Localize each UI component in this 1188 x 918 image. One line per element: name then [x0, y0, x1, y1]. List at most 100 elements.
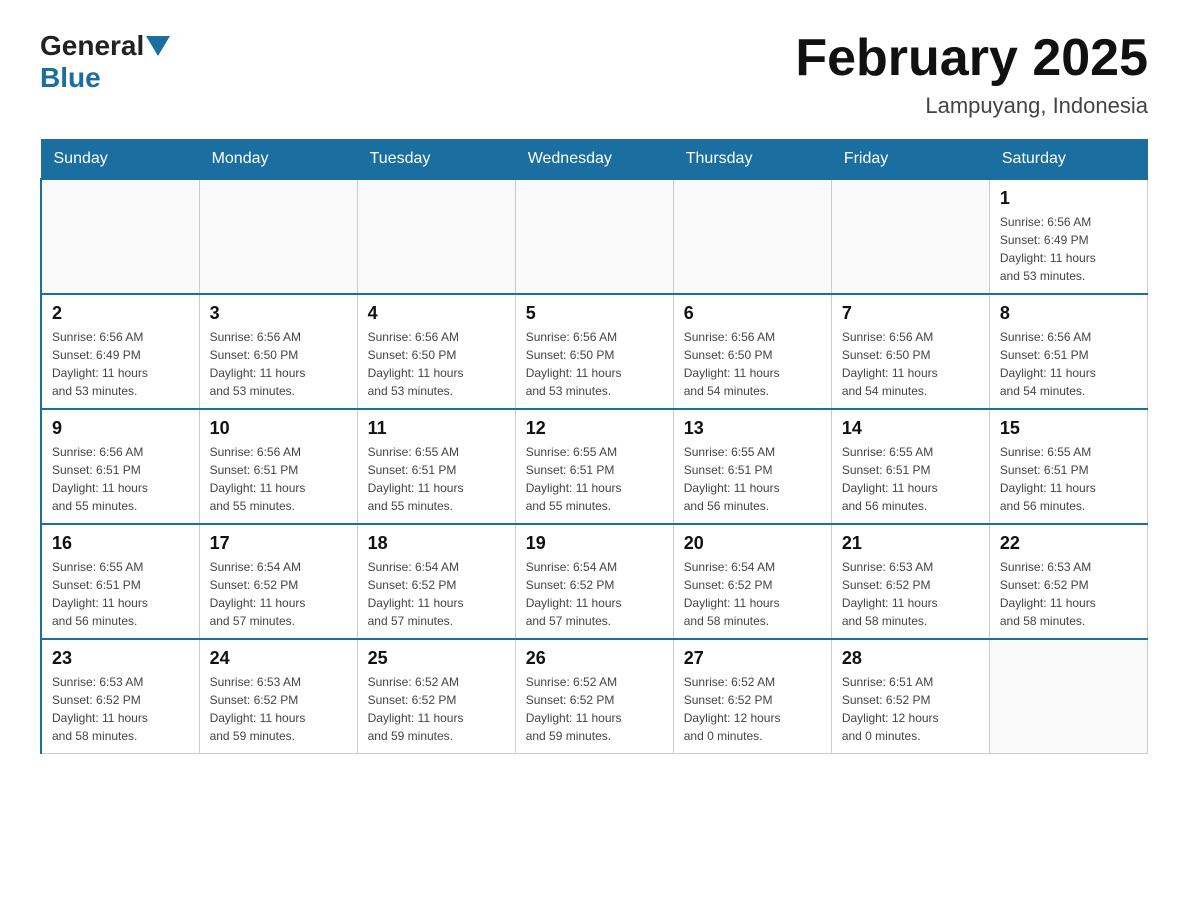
- day-number: 2: [52, 303, 189, 324]
- logo: General Blue: [40, 30, 172, 94]
- calendar-cell: 7 Sunrise: 6:56 AM Sunset: 6:50 PM Daylig…: [831, 294, 989, 409]
- day-number: 5: [526, 303, 663, 324]
- day-number: 27: [684, 648, 821, 669]
- day-info: Sunrise: 6:53 AM Sunset: 6:52 PM Dayligh…: [210, 673, 347, 745]
- calendar-table: SundayMondayTuesdayWednesdayThursdayFrid…: [40, 139, 1148, 754]
- calendar-cell: 5Sunrise: 6:56 AM Sunset: 6:50 PM Daylig…: [515, 294, 673, 409]
- day-number: 21: [842, 533, 979, 554]
- day-number: 16: [52, 533, 189, 554]
- day-info: Sunrise: 6:56 AM Sunset: 6:50 PM Dayligh…: [684, 328, 821, 400]
- day-header-wednesday: Wednesday: [515, 140, 673, 180]
- day-number: 19: [526, 533, 663, 554]
- day-info: Sunrise: 6:55 AM Sunset: 6:51 PM Dayligh…: [684, 443, 821, 515]
- day-number: 18: [368, 533, 505, 554]
- day-info: Sunrise: 6:56 AM Sunset: 6:50 PM Dayligh…: [368, 328, 505, 400]
- day-info: Sunrise: 6:55 AM Sunset: 6:51 PM Dayligh…: [368, 443, 505, 515]
- calendar-cell: 2 Sunrise: 6:56 AM Sunset: 6:49 PM Daylig…: [41, 294, 199, 409]
- day-number: 4: [368, 303, 505, 324]
- day-info: Sunrise: 6:55 AM Sunset: 6:51 PM Dayligh…: [526, 443, 663, 515]
- day-info: Sunrise: 6:55 AM Sunset: 6:51 PM Dayligh…: [842, 443, 979, 515]
- day-info: Sunrise: 6:53 AM Sunset: 6:52 PM Dayligh…: [1000, 558, 1137, 630]
- day-number: 25: [368, 648, 505, 669]
- calendar-cell: 16 Sunrise: 6:55 AM Sunset: 6:51 PM Dayli…: [41, 524, 199, 639]
- calendar-cell: 21 Sunrise: 6:53 AM Sunset: 6:52 PM Dayli…: [831, 524, 989, 639]
- day-number: 24: [210, 648, 347, 669]
- day-header-thursday: Thursday: [673, 140, 831, 180]
- day-number: 13: [684, 418, 821, 439]
- calendar-cell: 3 Sunrise: 6:56 AM Sunset: 6:50 PM Daylig…: [199, 294, 357, 409]
- day-header-saturday: Saturday: [989, 140, 1147, 180]
- week-row-3: 9 Sunrise: 6:56 AM Sunset: 6:51 PM Daylig…: [41, 409, 1148, 524]
- day-number: 9: [52, 418, 189, 439]
- calendar-cell: 13 Sunrise: 6:55 AM Sunset: 6:51 PM Dayli…: [673, 409, 831, 524]
- day-number: 17: [210, 533, 347, 554]
- page-header: General Blue February 2025 Lampuyang, In…: [40, 30, 1148, 119]
- calendar-cell: 28 Sunrise: 6:51 AM Sunset: 6:52 PM Dayli…: [831, 639, 989, 754]
- day-info: Sunrise: 6:54 AM Sunset: 6:52 PM Dayligh…: [368, 558, 505, 630]
- day-info: Sunrise: 6:54 AM Sunset: 6:52 PM Dayligh…: [684, 558, 821, 630]
- day-info: Sunrise: 6:56 AM Sunset: 6:49 PM Dayligh…: [1000, 213, 1137, 285]
- calendar-cell: 6 Sunrise: 6:56 AM Sunset: 6:50 PM Daylig…: [673, 294, 831, 409]
- week-row-1: 1 Sunrise: 6:56 AM Sunset: 6:49 PM Daylig…: [41, 179, 1148, 294]
- day-number: 14: [842, 418, 979, 439]
- calendar-cell: [673, 179, 831, 294]
- calendar-cell: 9 Sunrise: 6:56 AM Sunset: 6:51 PM Daylig…: [41, 409, 199, 524]
- calendar-cell: 4 Sunrise: 6:56 AM Sunset: 6:50 PM Daylig…: [357, 294, 515, 409]
- calendar-cell: 20 Sunrise: 6:54 AM Sunset: 6:52 PM Dayli…: [673, 524, 831, 639]
- day-number: 20: [684, 533, 821, 554]
- calendar-cell: [831, 179, 989, 294]
- calendar-cell: 23 Sunrise: 6:53 AM Sunset: 6:52 PM Dayli…: [41, 639, 199, 754]
- calendar-cell: 27 Sunrise: 6:52 AM Sunset: 6:52 PM Dayli…: [673, 639, 831, 754]
- calendar-cell: 26 Sunrise: 6:52 AM Sunset: 6:52 PM Dayli…: [515, 639, 673, 754]
- day-number: 8: [1000, 303, 1137, 324]
- calendar-cell: 25 Sunrise: 6:52 AM Sunset: 6:52 PM Dayli…: [357, 639, 515, 754]
- day-info: Sunrise: 6:52 AM Sunset: 6:52 PM Dayligh…: [368, 673, 505, 745]
- day-info: Sunrise: 6:56 AM Sunset: 6:51 PM Dayligh…: [1000, 328, 1137, 400]
- day-number: 23: [52, 648, 189, 669]
- day-number: 6: [684, 303, 821, 324]
- header-row: SundayMondayTuesdayWednesdayThursdayFrid…: [41, 140, 1148, 180]
- day-info: Sunrise: 6:56 AM Sunset: 6:51 PM Dayligh…: [52, 443, 189, 515]
- calendar-cell: [515, 179, 673, 294]
- logo-blue-text: Blue: [40, 62, 101, 93]
- day-header-friday: Friday: [831, 140, 989, 180]
- day-header-sunday: Sunday: [41, 140, 199, 180]
- day-header-monday: Monday: [199, 140, 357, 180]
- day-info: Sunrise: 6:53 AM Sunset: 6:52 PM Dayligh…: [52, 673, 189, 745]
- calendar-cell: 8 Sunrise: 6:56 AM Sunset: 6:51 PM Daylig…: [989, 294, 1147, 409]
- day-number: 3: [210, 303, 347, 324]
- calendar-cell: 10Sunrise: 6:56 AM Sunset: 6:51 PM Dayli…: [199, 409, 357, 524]
- day-info: Sunrise: 6:56 AM Sunset: 6:51 PM Dayligh…: [210, 443, 347, 515]
- day-number: 7: [842, 303, 979, 324]
- calendar-cell: 24 Sunrise: 6:53 AM Sunset: 6:52 PM Dayli…: [199, 639, 357, 754]
- day-number: 28: [842, 648, 979, 669]
- calendar-cell: 17 Sunrise: 6:54 AM Sunset: 6:52 PM Dayli…: [199, 524, 357, 639]
- month-title: February 2025: [795, 30, 1148, 87]
- calendar-cell: 11Sunrise: 6:55 AM Sunset: 6:51 PM Dayli…: [357, 409, 515, 524]
- day-info: Sunrise: 6:55 AM Sunset: 6:51 PM Dayligh…: [52, 558, 189, 630]
- week-row-5: 23 Sunrise: 6:53 AM Sunset: 6:52 PM Dayli…: [41, 639, 1148, 754]
- day-info: Sunrise: 6:56 AM Sunset: 6:49 PM Dayligh…: [52, 328, 189, 400]
- location-text: Lampuyang, Indonesia: [795, 93, 1148, 119]
- calendar-cell: 19 Sunrise: 6:54 AM Sunset: 6:52 PM Dayli…: [515, 524, 673, 639]
- logo-arrow-icon: [146, 36, 170, 56]
- day-info: Sunrise: 6:56 AM Sunset: 6:50 PM Dayligh…: [210, 328, 347, 400]
- day-number: 1: [1000, 188, 1137, 209]
- day-info: Sunrise: 6:56 AM Sunset: 6:50 PM Dayligh…: [842, 328, 979, 400]
- day-number: 26: [526, 648, 663, 669]
- day-header-tuesday: Tuesday: [357, 140, 515, 180]
- day-number: 22: [1000, 533, 1137, 554]
- day-info: Sunrise: 6:51 AM Sunset: 6:52 PM Dayligh…: [842, 673, 979, 745]
- calendar-cell: 15Sunrise: 6:55 AM Sunset: 6:51 PM Dayli…: [989, 409, 1147, 524]
- calendar-cell: 1 Sunrise: 6:56 AM Sunset: 6:49 PM Daylig…: [989, 179, 1147, 294]
- calendar-cell: [199, 179, 357, 294]
- day-info: Sunrise: 6:54 AM Sunset: 6:52 PM Dayligh…: [210, 558, 347, 630]
- day-info: Sunrise: 6:54 AM Sunset: 6:52 PM Dayligh…: [526, 558, 663, 630]
- week-row-4: 16 Sunrise: 6:55 AM Sunset: 6:51 PM Dayli…: [41, 524, 1148, 639]
- day-info: Sunrise: 6:53 AM Sunset: 6:52 PM Dayligh…: [842, 558, 979, 630]
- week-row-2: 2 Sunrise: 6:56 AM Sunset: 6:49 PM Daylig…: [41, 294, 1148, 409]
- day-info: Sunrise: 6:52 AM Sunset: 6:52 PM Dayligh…: [684, 673, 821, 745]
- day-number: 15: [1000, 418, 1137, 439]
- calendar-cell: [357, 179, 515, 294]
- day-info: Sunrise: 6:52 AM Sunset: 6:52 PM Dayligh…: [526, 673, 663, 745]
